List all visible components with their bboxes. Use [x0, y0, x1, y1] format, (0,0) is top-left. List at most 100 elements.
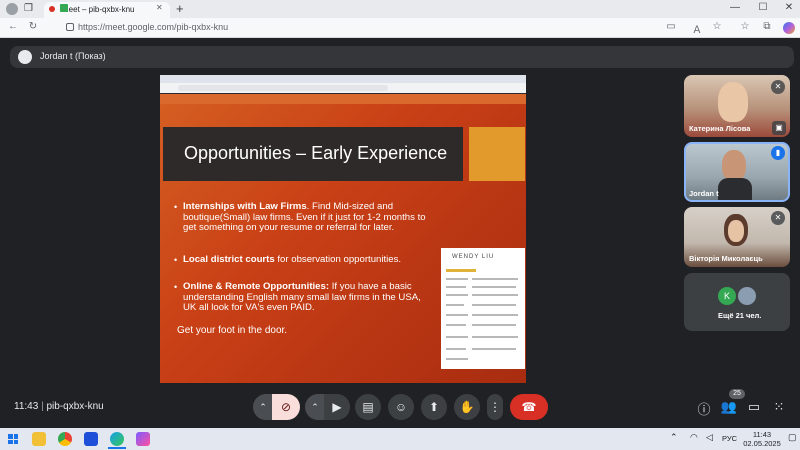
mic-off-icon: ✕	[771, 211, 785, 225]
translate-icon[interactable]: Ａ	[690, 21, 704, 36]
presenter-bar	[10, 46, 794, 68]
mic-off-icon: ⊘	[280, 400, 292, 414]
wifi-icon[interactable]: ◠	[690, 432, 698, 443]
slide-title: Opportunities – Early Experience	[184, 143, 448, 163]
resume-image	[441, 248, 525, 369]
minimize-button[interactable]: —	[724, 2, 746, 13]
tab-close-icon[interactable]: ✕	[156, 3, 163, 12]
start-icon[interactable]	[8, 434, 18, 444]
meeting-time-code: 11:43 | pib-qxbx-knu	[14, 401, 104, 412]
resume-line	[472, 304, 516, 306]
chat-icon[interactable]: ▭	[745, 399, 763, 415]
favorites-icon[interactable]: ☆	[738, 21, 752, 32]
copilot-icon[interactable]	[783, 22, 795, 34]
zoom-icon[interactable]	[84, 432, 98, 446]
file-explorer-icon[interactable]	[32, 432, 46, 446]
others-tile[interactable]	[684, 273, 790, 331]
activities-icon[interactable]: ⁙	[770, 399, 788, 415]
reload-icon[interactable]: ↻	[26, 21, 40, 32]
back-icon[interactable]: ←	[6, 21, 20, 32]
resume-line	[446, 294, 468, 296]
resume-line	[446, 314, 468, 316]
resume-line	[446, 324, 466, 326]
slide-bullet-3: Online & Remote Opportunities: If you ha…	[183, 281, 421, 313]
resume-line	[446, 304, 464, 306]
site-info-icon[interactable]	[66, 23, 74, 31]
system-clock[interactable]: 11:43 02.05.2025	[742, 430, 782, 448]
bullet-dot: •	[174, 255, 178, 265]
chrome-icon[interactable]	[58, 432, 72, 446]
recording-icon	[49, 6, 55, 12]
resume-line	[446, 358, 468, 360]
others-avatar: K	[718, 287, 736, 305]
participant-video	[728, 220, 744, 242]
participant-count-badge: 25	[729, 389, 745, 399]
leave-call-button[interactable]: ☎	[510, 394, 548, 420]
bullet-dot: •	[174, 202, 178, 212]
participant-video	[718, 82, 748, 122]
resume-line	[446, 286, 466, 288]
cast-icon[interactable]: ▭	[664, 21, 678, 32]
collections-icon[interactable]: ⧉	[760, 21, 774, 32]
bookmark-star-icon[interactable]: ☆	[710, 21, 724, 32]
volume-icon[interactable]: ◁	[706, 432, 713, 443]
people-icon[interactable]: 👥	[720, 399, 738, 415]
raise-hand-button[interactable]: ✋	[454, 394, 480, 420]
new-tab-button[interactable]: +	[176, 1, 184, 16]
participant-video	[718, 178, 752, 200]
slide-footer: Get your foot in the door.	[177, 325, 288, 336]
participant-name: Jordan t	[689, 189, 719, 198]
language-indicator[interactable]: РУС	[722, 434, 737, 443]
present-button[interactable]: ⬆	[421, 394, 447, 420]
mic-toggle-button[interactable]: ⊘	[272, 394, 300, 420]
resume-line	[472, 324, 516, 326]
resume-line	[446, 348, 466, 350]
resume-line	[472, 336, 518, 338]
close-window-button[interactable]: ✕	[778, 2, 800, 13]
shared-browser-tabs	[160, 75, 526, 83]
maximize-button[interactable]: ☐	[752, 2, 774, 13]
tab-actions-icon[interactable]: ❐	[24, 3, 33, 14]
resume-line	[472, 294, 518, 296]
presenter-label: Jordan t (Показ)	[40, 51, 106, 61]
present-screen-icon: ⬆	[428, 400, 440, 414]
presenter-avatar	[18, 50, 32, 64]
more-options-button[interactable]: ⋮	[487, 394, 503, 420]
emoji-icon: ☺	[394, 400, 408, 414]
slide-bullet-2: Local district courts for observation op…	[183, 254, 402, 265]
emoji-button[interactable]: ☺	[388, 394, 414, 420]
messenger-icon[interactable]	[136, 432, 150, 446]
video-options-button[interactable]: ⌃	[305, 394, 325, 420]
resume-accent-bar	[446, 269, 476, 272]
notification-icon[interactable]: ▢	[788, 432, 797, 443]
others-avatar-photo	[738, 287, 756, 305]
shared-browser-url	[178, 85, 388, 91]
tab-title: Meet – pib-qxbx-knu	[62, 5, 135, 14]
captions-icon: ▤	[362, 400, 374, 414]
chevron-up-icon[interactable]: ⌃	[670, 432, 678, 443]
slide-bullet-1: Internships with Law Firms. Find Mid-siz…	[183, 201, 426, 233]
slide-top-strip	[160, 94, 526, 104]
others-label: Ещё 21 чел.	[718, 311, 762, 320]
camera-toggle-button[interactable]: ▶	[324, 394, 350, 420]
participant-name: Катерина Лісова	[689, 124, 751, 133]
audio-options-button[interactable]: ⌃	[253, 394, 273, 420]
hand-icon: ✋	[459, 400, 475, 414]
info-icon[interactable]: ⓘ	[695, 399, 713, 418]
speaking-icon: ▮	[771, 146, 785, 160]
clock-time: 11:43	[752, 430, 772, 439]
url-field[interactable]: https://meet.google.com/pib-qxbx-knu	[78, 21, 678, 35]
resume-line	[472, 286, 516, 288]
meet-favicon-icon	[60, 4, 68, 12]
profile-icon[interactable]	[6, 3, 18, 15]
mic-off-icon: ✕	[771, 80, 785, 94]
captions-button[interactable]: ▤	[355, 394, 381, 420]
active-app-indicator	[108, 447, 126, 449]
resume-line	[472, 314, 518, 316]
bullet-dot: •	[174, 282, 178, 292]
more-vert-icon: ⋮	[489, 400, 501, 414]
resume-line	[446, 278, 468, 280]
clock-date: 02.05.2025	[743, 439, 781, 448]
pin-icon[interactable]: ▣	[772, 121, 786, 135]
edge-icon[interactable]	[110, 432, 124, 446]
